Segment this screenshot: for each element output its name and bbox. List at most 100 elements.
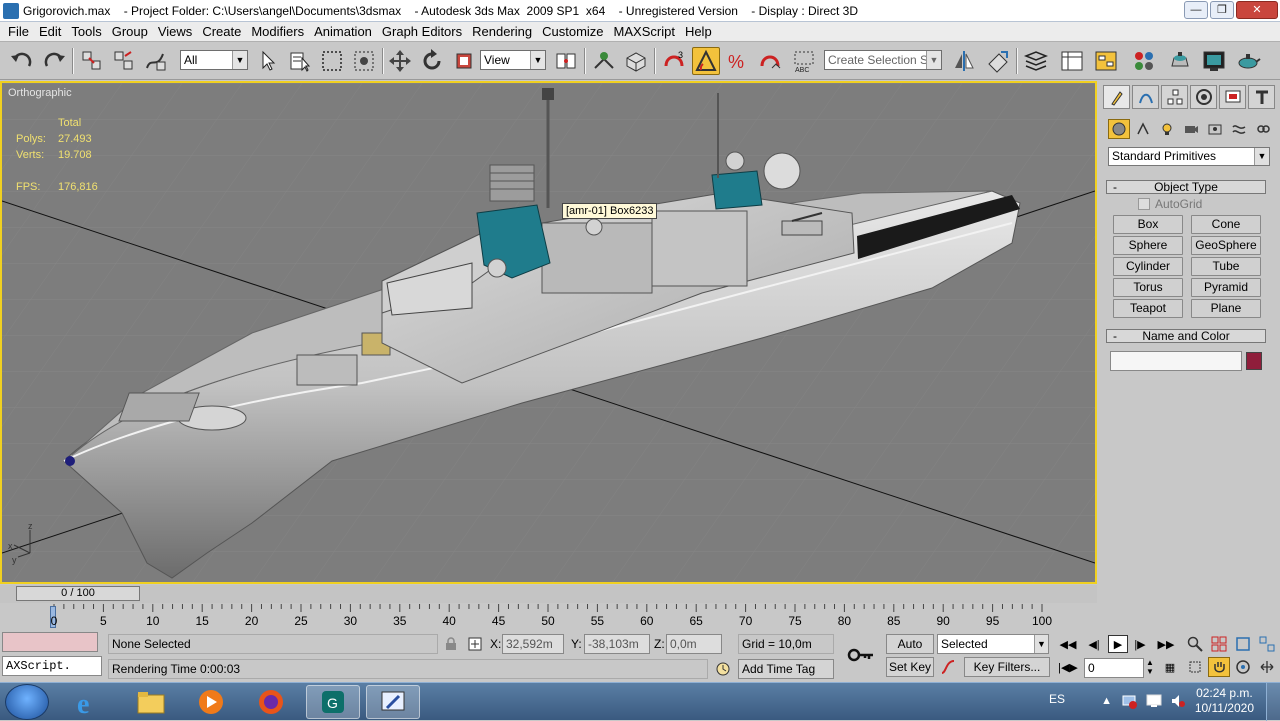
track-bar[interactable]: 0 5 10 15 20 25 30 35 40 45 50 55 60 65 70 75 80 85 90 95 10… <box>0 604 1097 630</box>
play-icon[interactable]: ▶ <box>1108 635 1128 653</box>
scale-icon[interactable] <box>450 47 478 75</box>
menu-file[interactable]: File <box>3 22 34 42</box>
align-icon[interactable] <box>984 47 1012 75</box>
display-icon[interactable] <box>1146 693 1162 712</box>
pyramid-button[interactable]: Pyramid <box>1191 278 1261 297</box>
next-frame-icon[interactable]: |▶ <box>1130 635 1150 653</box>
menu-customize[interactable]: Customize <box>537 22 608 42</box>
object-type-rollout[interactable]: - Object Type <box>1106 180 1266 194</box>
cylinder-button[interactable]: Cylinder <box>1113 257 1183 276</box>
menu-group[interactable]: Group <box>107 22 153 42</box>
window-crossing-icon[interactable] <box>350 47 378 75</box>
key-mode-curve-icon[interactable] <box>937 657 959 677</box>
select-by-name-icon[interactable] <box>286 47 314 75</box>
spinner-snap-icon[interactable] <box>756 47 784 75</box>
menu-edit[interactable]: Edit <box>34 22 66 42</box>
select-object-icon[interactable] <box>254 47 282 75</box>
zoom-icon[interactable] <box>1184 634 1206 654</box>
snaps-toggle-icon[interactable]: 3 <box>660 47 688 75</box>
restore-button[interactable]: ❐ <box>1210 1 1234 19</box>
zoom-all-icon[interactable] <box>1208 634 1230 654</box>
render-setup-icon[interactable] <box>1166 47 1194 75</box>
shapes-category-icon[interactable] <box>1132 119 1154 139</box>
bind-to-space-warp-icon[interactable] <box>142 47 170 75</box>
schematic-view-icon[interactable] <box>1092 47 1120 75</box>
hierarchy-tab-icon[interactable] <box>1161 85 1188 109</box>
language-indicator[interactable]: ES <box>1049 692 1065 706</box>
time-tag-icon[interactable] <box>712 659 734 679</box>
angle-snap-icon[interactable] <box>692 47 720 75</box>
utilities-tab-icon[interactable] <box>1248 85 1275 109</box>
tray-overflow-icon[interactable]: ▲ <box>1101 695 1112 707</box>
maximize-viewport-icon[interactable] <box>1256 657 1278 677</box>
mirror-icon[interactable] <box>950 47 978 75</box>
named-selection-sets-dropdown[interactable]: Create Selection Set ▼ <box>824 50 942 70</box>
close-button[interactable]: ✕ <box>1236 1 1278 19</box>
systems-category-icon[interactable] <box>1252 119 1274 139</box>
menu-modifiers[interactable]: Modifiers <box>246 22 309 42</box>
tube-button[interactable]: Tube <box>1191 257 1261 276</box>
pan-hand-icon[interactable] <box>1208 657 1230 677</box>
lights-category-icon[interactable] <box>1156 119 1178 139</box>
previous-frame-icon[interactable]: ◀| <box>1084 635 1104 653</box>
geometry-category-icon[interactable] <box>1108 119 1130 139</box>
box-button[interactable]: Box <box>1113 215 1183 234</box>
volume-icon[interactable] <box>1170 693 1186 712</box>
teapot-button[interactable]: Teapot <box>1113 299 1183 318</box>
show-desktop-button[interactable] <box>1266 683 1280 721</box>
menu-create[interactable]: Create <box>197 22 246 42</box>
selection-filter-dropdown[interactable]: All ▼ <box>180 50 248 70</box>
redo-icon[interactable] <box>40 47 68 75</box>
move-icon[interactable] <box>386 47 414 75</box>
undo-icon[interactable] <box>8 47 36 75</box>
unlink-selection-icon[interactable] <box>110 47 138 75</box>
network-icon[interactable] <box>1122 693 1138 712</box>
lock-icon[interactable] <box>440 634 462 654</box>
name-and-color-rollout[interactable]: - Name and Color <box>1106 329 1266 343</box>
auto-key-button[interactable]: Auto Key <box>886 634 934 669</box>
rectangular-selection-icon[interactable] <box>318 47 346 75</box>
y-coordinate-field[interactable]: -38,103m <box>584 634 650 654</box>
minimize-button[interactable]: — <box>1184 1 1208 19</box>
orbit-icon[interactable] <box>1232 657 1254 677</box>
menu-help[interactable]: Help <box>680 22 717 42</box>
maxscript-mini-listener[interactable]: AXScript. <box>2 656 102 676</box>
torus-button[interactable]: Torus <box>1113 278 1183 297</box>
zoom-extents-icon[interactable] <box>1232 634 1254 654</box>
file-explorer-icon[interactable] <box>124 685 178 719</box>
pivot-center-icon[interactable] <box>552 47 580 75</box>
maxscript-listener-pink[interactable] <box>2 632 98 652</box>
field-of-view-icon[interactable] <box>1184 657 1206 677</box>
zoom-extents-all-icon[interactable] <box>1256 634 1278 654</box>
cameras-category-icon[interactable] <box>1180 119 1202 139</box>
display-tab-icon[interactable] <box>1219 85 1246 109</box>
menu-maxscript[interactable]: MAXScript <box>609 22 680 42</box>
start-button-icon[interactable] <box>5 684 49 720</box>
motion-tab-icon[interactable] <box>1190 85 1217 109</box>
select-and-link-icon[interactable] <box>78 47 106 75</box>
time-slider-thumb[interactable]: 0 / 100 <box>16 586 140 601</box>
x-coordinate-field[interactable]: 32,592m <box>502 634 564 654</box>
menu-animation[interactable]: Animation <box>309 22 377 42</box>
object-category-dropdown[interactable]: Standard Primitives ▼ <box>1108 147 1270 166</box>
helpers-category-icon[interactable] <box>1204 119 1226 139</box>
viewport-label[interactable]: Orthographic <box>8 87 72 99</box>
menu-rendering[interactable]: Rendering <box>467 22 537 42</box>
key-mode-dropdown[interactable]: Selected ▼ <box>937 634 1049 654</box>
menu-tools[interactable]: Tools <box>66 22 106 42</box>
layer-manager-icon[interactable] <box>1022 47 1050 75</box>
object-name-field[interactable] <box>1110 351 1242 371</box>
modify-tab-icon[interactable] <box>1132 85 1159 109</box>
menu-graph-editors[interactable]: Graph Editors <box>377 22 467 42</box>
reference-coordinate-dropdown[interactable]: View ▼ <box>480 50 546 70</box>
add-time-tag-button[interactable]: Add Time Tag <box>738 659 834 679</box>
set-key-button[interactable]: Set Key <box>886 657 934 677</box>
edit-named-selection-icon[interactable]: ABC <box>790 47 818 75</box>
firefox-icon[interactable] <box>244 685 298 719</box>
media-player-icon[interactable] <box>184 685 238 719</box>
menu-views[interactable]: Views <box>153 22 197 42</box>
perspective-viewport[interactable]: z x y Orthographic Total Polys: 27.493 Ve… <box>0 81 1097 584</box>
plane-button[interactable]: Plane <box>1191 299 1261 318</box>
curve-editor-icon[interactable] <box>1058 47 1086 75</box>
key-filters-button[interactable]: Key Filters... <box>964 657 1050 677</box>
